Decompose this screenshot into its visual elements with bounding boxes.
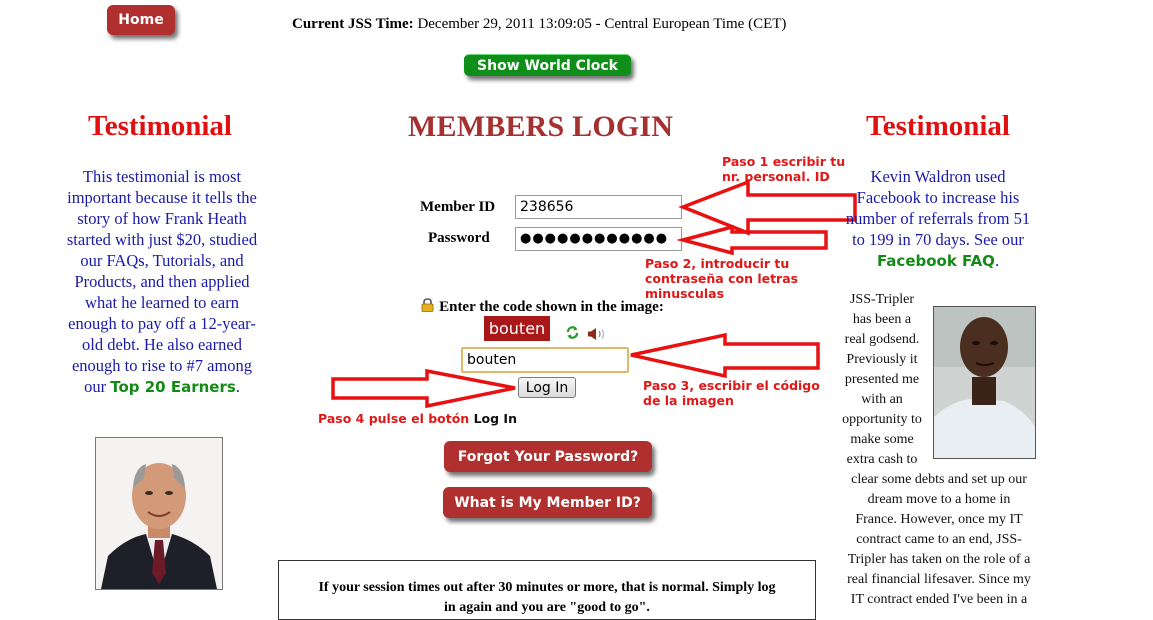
story-line: contract came to an end, JSS- — [856, 532, 1022, 547]
left-testimonial-after: . — [235, 377, 240, 396]
left-testimonial-title: Testimonial — [88, 110, 232, 142]
captcha-image: bouten — [484, 316, 550, 341]
password-input[interactable]: ●●●●●●●●●●●● — [515, 227, 682, 251]
step4-prefix: Paso 4 pulse el botón — [318, 411, 474, 426]
frank-heath-photo — [95, 437, 223, 590]
lock-icon — [421, 297, 434, 316]
member-id-label: Member ID — [420, 199, 496, 215]
clock-value: December 29, 2011 13:09:05 — [417, 16, 592, 32]
story-line: clear some debts and set up our — [851, 472, 1027, 487]
story-line: presented me — [844, 372, 920, 387]
clock-zone: - Central European Time (CET) — [595, 16, 787, 32]
session-note-line1: If your session times out after 30 minut… — [318, 580, 776, 595]
top-20-earners-link[interactable]: Top 20 Earners — [110, 378, 236, 396]
arrow-step2-icon — [676, 224, 828, 256]
log-in-button[interactable]: Log In — [518, 377, 576, 398]
captcha-prompt-text: Enter the code shown in the image: — [439, 299, 664, 315]
story-line: make some — [850, 432, 914, 447]
left-testimonial-body: This testimonial is most important becau… — [66, 167, 258, 396]
story-line: has been a — [852, 312, 912, 327]
what-is-member-id-button[interactable]: What is My Member ID? — [443, 487, 652, 518]
right-testimonial-after: . — [994, 251, 1000, 270]
speaker-icon[interactable] — [587, 326, 607, 345]
member-id-input[interactable] — [515, 195, 682, 219]
story-line: Previously it — [846, 352, 918, 367]
step4-suffix: Log In — [473, 411, 517, 426]
story-line: JSS-Tripler — [849, 292, 915, 307]
clock-label: Current JSS Time: — [292, 16, 414, 32]
jss-clock: Current JSS Time: December 29, 2011 13:0… — [292, 16, 786, 33]
story-line: real financial lifesaver. Since my — [847, 572, 1031, 587]
story-line: extra cash to — [846, 452, 918, 467]
story-line: dream move to a home in — [867, 492, 1011, 507]
right-testimonial-text: Kevin Waldron used Facebook to increase … — [838, 166, 1038, 272]
testimonial-photo — [933, 306, 1036, 459]
arrow-step3-icon — [630, 332, 820, 379]
left-testimonial-text: This testimonial is most important becau… — [62, 166, 262, 398]
password-label: Password — [428, 230, 490, 246]
arrow-step4-icon — [331, 368, 516, 409]
right-story-narrow: JSS-Tripler has been a real godsend. Pre… — [834, 290, 930, 470]
captcha-prompt: Enter the code shown in the image: — [421, 296, 664, 316]
step4-note: Paso 4 pulse el botón Log In — [318, 411, 517, 426]
story-line: Tripler has taken on the role of a — [847, 552, 1031, 567]
right-testimonial-title: Testimonial — [866, 110, 1010, 142]
story-line: IT contract ended I've been in a — [850, 592, 1028, 607]
step1-note: Paso 1 escribir tu nr. personal. ID — [722, 154, 846, 184]
show-world-clock-button[interactable]: Show World Clock — [464, 54, 631, 76]
story-line: with an — [861, 392, 903, 407]
story-line: opportunity to — [842, 412, 922, 427]
session-note-line2: in again and you are "good to go". — [444, 600, 650, 615]
right-testimonial-body: Kevin Waldron used Facebook to increase … — [845, 167, 1031, 249]
captcha-input[interactable] — [461, 347, 629, 373]
refresh-captcha-icon[interactable] — [565, 325, 580, 344]
facebook-faq-link[interactable]: Facebook FAQ — [877, 252, 995, 270]
step2-note: Paso 2, introducir tu contraseña con let… — [645, 256, 799, 301]
home-button[interactable]: Home — [107, 5, 175, 35]
story-line: France. However, once my IT — [855, 512, 1023, 527]
session-timeout-note: If your session times out after 30 minut… — [278, 560, 816, 620]
story-line: real godsend. — [844, 332, 920, 347]
arrow-step1-icon — [678, 179, 857, 236]
forgot-password-button[interactable]: Forgot Your Password? — [444, 441, 652, 472]
step3-note: Paso 3, escribir el código de la imagen — [643, 378, 820, 408]
members-login-title: MEMBERS LOGIN — [408, 110, 674, 143]
right-story-wide: clear some debts and set up our dream mo… — [834, 470, 1044, 610]
